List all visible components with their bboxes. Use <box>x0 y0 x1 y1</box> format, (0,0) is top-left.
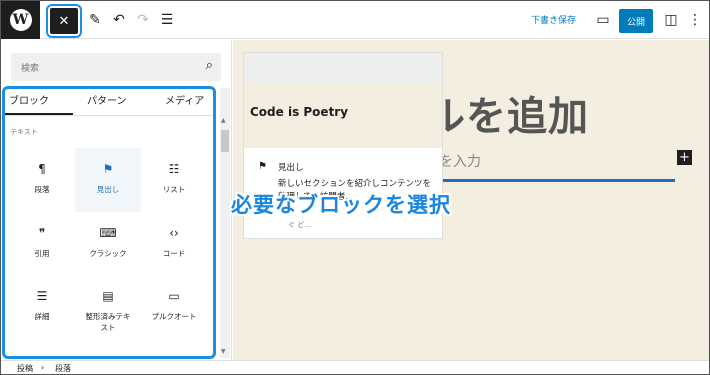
wordpress-logo-icon: W <box>9 9 32 31</box>
scrollbar-thumb[interactable] <box>221 130 229 152</box>
preview-poetry-text: Code is Poetry <box>250 105 349 119</box>
breadcrumb-post[interactable]: 投稿 <box>17 363 33 374</box>
bookmark-icon: ⚑ <box>258 161 267 172</box>
preview-icon[interactable]: ▭ <box>593 10 613 30</box>
annotation-banner: 必要なブロックを選択 <box>231 193 451 217</box>
scroll-up-icon[interactable]: ▲ <box>221 117 226 124</box>
post-title[interactable]: ルを追加 <box>425 84 589 142</box>
inserter-scrollbar[interactable] <box>220 88 230 358</box>
undo-icon[interactable]: ↶ <box>109 10 129 30</box>
selected-block-underline <box>425 179 675 182</box>
redo-icon[interactable]: ↷ <box>133 10 153 30</box>
preview-block-title: 見出し <box>278 163 304 173</box>
panel-highlight-box <box>2 86 216 359</box>
close-inserter-button[interactable]: ✕ <box>46 4 82 38</box>
search-icon[interactable]: ⌕ <box>206 58 213 73</box>
publish-button[interactable]: 公開 <box>619 9 653 33</box>
preview-header-band <box>244 53 442 83</box>
block-search-input[interactable]: 検索 ⌕ <box>11 53 221 81</box>
settings-icon[interactable]: ◫ <box>661 10 681 30</box>
pencil-icon[interactable]: ✎ <box>85 10 105 30</box>
preview-description-overflow: ぐ ど… <box>288 221 312 229</box>
search-placeholder: 検索 <box>21 64 40 74</box>
scroll-down-icon[interactable]: ▼ <box>221 348 226 355</box>
breadcrumb: 投稿 › 段落 <box>1 360 709 374</box>
breadcrumb-paragraph[interactable]: 段落 <box>55 363 71 374</box>
wordpress-logo-button[interactable]: W <box>1 1 40 39</box>
breadcrumb-separator-icon: › <box>41 363 45 372</box>
top-toolbar: W ✕ ✎ ↶ ↷ ☰ 下書き保存 ▭ 公開 ◫ ⋮ <box>1 1 709 39</box>
more-options-icon[interactable]: ⋮ <box>685 10 705 30</box>
add-block-icon[interactable]: + <box>677 150 692 165</box>
list-view-icon[interactable]: ☰ <box>157 10 177 30</box>
save-draft-button[interactable]: 下書き保存 <box>531 13 576 26</box>
